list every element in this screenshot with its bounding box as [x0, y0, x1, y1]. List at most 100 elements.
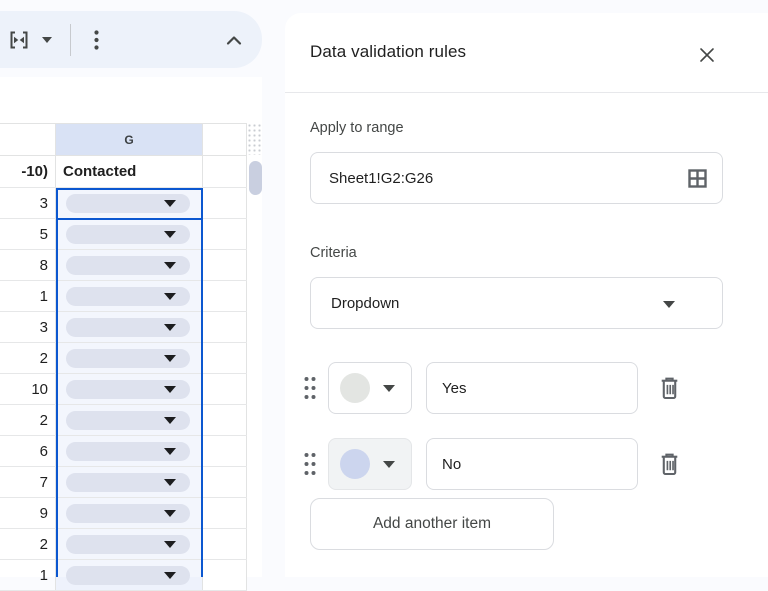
dropdown-caret-icon	[164, 478, 176, 486]
cell-f-value[interactable]: 3	[0, 312, 56, 342]
cell-g-dropdown[interactable]	[56, 374, 203, 404]
criteria-select[interactable]: Dropdown	[310, 277, 723, 329]
color-caret-icon	[383, 460, 395, 468]
dropdown-caret-icon	[164, 292, 176, 300]
validation-item-row	[302, 362, 683, 414]
validation-item-row	[302, 438, 683, 490]
dropdown-chip[interactable]	[66, 565, 190, 585]
column-header-g[interactable]: G	[56, 124, 203, 155]
toolbar	[0, 11, 262, 68]
table-row: 3	[0, 312, 247, 343]
cell-h[interactable]	[203, 188, 247, 218]
cell-h[interactable]	[203, 343, 247, 373]
dropdown-chip[interactable]	[66, 534, 190, 554]
cell-f-value[interactable]: 9	[0, 498, 56, 528]
dropdown-chip[interactable]	[66, 472, 190, 492]
range-input[interactable]: Sheet1!G2:G26	[310, 152, 723, 204]
dropdown-chip[interactable]	[66, 224, 190, 244]
cell-g-dropdown[interactable]	[56, 343, 203, 373]
cell-f-value[interactable]: 2	[0, 343, 56, 373]
cell-h[interactable]	[203, 374, 247, 404]
collapse-toolbar-chevron-up-icon[interactable]	[221, 27, 247, 53]
vertical-scrollbar-thumb[interactable]	[249, 161, 262, 195]
close-icon	[700, 48, 714, 62]
dropdown-caret-icon	[164, 385, 176, 393]
cell-g-dropdown[interactable]	[56, 560, 203, 590]
spreadsheet-grid: G -10) Contacted 3 5 8 1 3 2 10 2 6 7 9 …	[0, 77, 262, 591]
cell-f-value[interactable]: 10	[0, 374, 56, 404]
cell-g-dropdown[interactable]	[56, 529, 203, 559]
drag-handle-icon[interactable]	[302, 375, 320, 401]
cell-f-value[interactable]: 5	[0, 219, 56, 249]
table-row: 7	[0, 467, 247, 498]
cell-f-value[interactable]: 8	[0, 250, 56, 280]
cell-g1[interactable]: Contacted	[56, 156, 203, 187]
cell-g-dropdown[interactable]	[56, 281, 203, 311]
dropdown-caret-icon	[164, 354, 176, 362]
cell-f1[interactable]: -10)	[0, 156, 56, 187]
criteria-value: Dropdown	[331, 294, 400, 312]
cell-h[interactable]	[203, 281, 247, 311]
column-header-f[interactable]	[0, 124, 56, 155]
dropdown-chip[interactable]	[66, 503, 190, 523]
active-cell-border	[56, 188, 203, 220]
cell-h1[interactable]	[203, 156, 247, 187]
merge-options-chevron-down-icon[interactable]	[37, 30, 57, 50]
select-data-range-icon[interactable]	[687, 168, 708, 193]
cell-g-dropdown[interactable]	[56, 405, 203, 435]
delete-item-button[interactable]	[655, 374, 683, 402]
drag-handle-icon[interactable]	[302, 451, 320, 477]
trash-icon	[661, 377, 677, 400]
table-row: 2	[0, 529, 247, 560]
table-row: 5	[0, 219, 247, 250]
item-value-input[interactable]	[426, 362, 638, 414]
dropdown-chip[interactable]	[66, 348, 190, 368]
kebab-menu-icon[interactable]	[83, 27, 109, 53]
dropdown-chip[interactable]	[66, 379, 190, 399]
delete-item-button[interactable]	[655, 450, 683, 478]
cell-h[interactable]	[203, 467, 247, 497]
dropdown-caret-icon	[164, 323, 176, 331]
cell-g-dropdown[interactable]	[56, 219, 203, 249]
cell-g-dropdown[interactable]	[56, 498, 203, 528]
table-row: 8	[0, 250, 247, 281]
cell-f-value[interactable]: 6	[0, 436, 56, 466]
cell-h[interactable]	[203, 250, 247, 280]
cell-h[interactable]	[203, 405, 247, 435]
cell-h[interactable]	[203, 529, 247, 559]
item-color-picker[interactable]	[328, 438, 412, 490]
cell-f-value[interactable]: 2	[0, 529, 56, 559]
cell-f-value[interactable]: 7	[0, 467, 56, 497]
item-color-picker[interactable]	[328, 362, 412, 414]
merge-cells-icon[interactable]	[6, 27, 32, 53]
cell-h[interactable]	[203, 436, 247, 466]
cell-g-dropdown[interactable]	[56, 250, 203, 280]
cell-g-dropdown[interactable]	[56, 312, 203, 342]
add-another-item-button[interactable]: Add another item	[310, 498, 554, 550]
cell-f-value[interactable]: 2	[0, 405, 56, 435]
data-rows: 3 5 8 1 3 2 10 2 6 7 9 2 1	[0, 188, 247, 591]
dropdown-chip[interactable]	[66, 317, 190, 337]
color-caret-icon	[383, 384, 395, 392]
grid-end-hatch	[247, 123, 262, 155]
cell-f-value[interactable]: 1	[0, 281, 56, 311]
cell-h[interactable]	[203, 498, 247, 528]
range-value: Sheet1!G2:G26	[329, 169, 434, 187]
cell-f-value[interactable]: 3	[0, 188, 56, 218]
cell-h[interactable]	[203, 560, 247, 590]
cell-g-dropdown[interactable]	[56, 436, 203, 466]
cell-g-dropdown[interactable]	[56, 467, 203, 497]
dropdown-chip[interactable]	[66, 255, 190, 275]
column-header-h[interactable]	[203, 124, 247, 155]
dropdown-chip[interactable]	[66, 410, 190, 430]
cell-h[interactable]	[203, 312, 247, 342]
cell-h[interactable]	[203, 219, 247, 249]
apply-to-range-label: Apply to range	[310, 120, 404, 136]
close-button[interactable]	[695, 43, 719, 67]
cell-f-value[interactable]: 1	[0, 560, 56, 590]
item-value-input[interactable]	[426, 438, 638, 490]
dropdown-chip[interactable]	[66, 441, 190, 461]
table-row: 2	[0, 343, 247, 374]
dropdown-chip[interactable]	[66, 286, 190, 306]
table-row: 1	[0, 281, 247, 312]
